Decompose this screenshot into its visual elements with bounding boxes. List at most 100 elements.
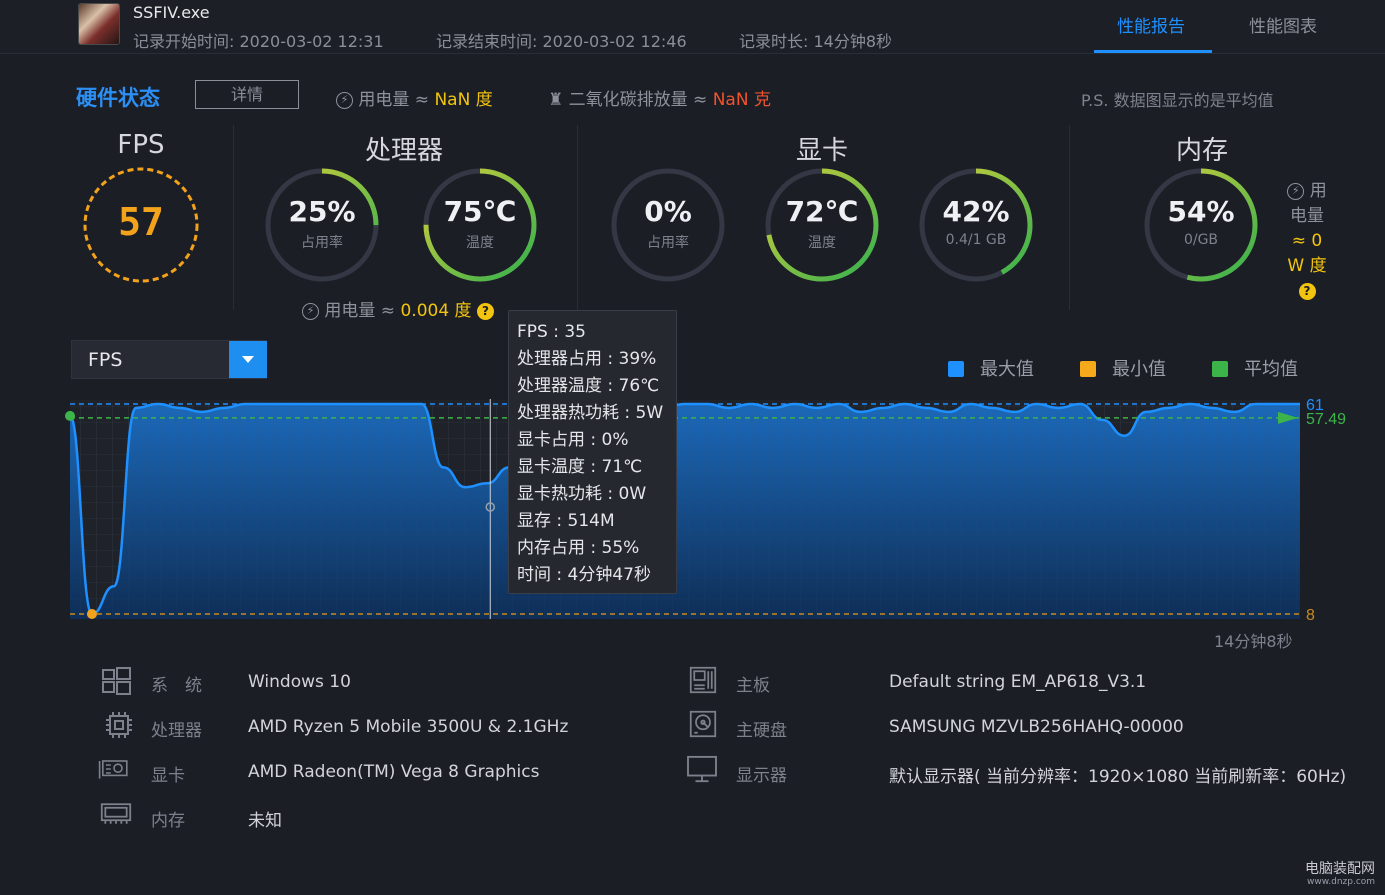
gpu-temp-value: 72℃ (785, 195, 859, 228)
fps-value: 57 (118, 200, 164, 244)
windows-icon (102, 667, 131, 695)
cpu-temp-label: 温度 (466, 235, 494, 251)
tooltip-memory-usage: 内存占用 : 55% (517, 538, 640, 558)
monitor-value: 默认显示器( 当前分辨率：1920×1080 当前刷新率：60Hz) (889, 767, 1347, 787)
cpu-power-usage: ⚡ 用电量 ≈ 0.004 度 ? (302, 296, 494, 321)
chart-grid-overlay (70, 404, 1300, 619)
metric-select-value: FPS (88, 349, 123, 371)
app-icon (78, 3, 120, 45)
active-tab-indicator (1094, 50, 1212, 53)
legend-swatch-min (1080, 361, 1096, 377)
hardware-status-title: 硬件状态 (76, 86, 160, 110)
divider (233, 125, 234, 310)
gpu-vram-value: 42% (942, 195, 1010, 228)
gpu-temp-label: 温度 (808, 235, 836, 251)
cpu-temp-value: 75℃ (443, 195, 517, 228)
metric-select[interactable]: FPS (71, 340, 267, 379)
cpu-temp-gauge: 75℃ 温度 (421, 166, 539, 284)
min-label: 8 (1306, 607, 1315, 624)
memory-power-usage: ⚡ 用 电量 ≈ 0 W 度 ? (1287, 181, 1327, 300)
tab-performance-report[interactable]: 性能报告 (1117, 12, 1185, 37)
fps-title: FPS (117, 130, 165, 160)
motherboard-value: Default string EM_AP618_V3.1 (889, 672, 1147, 692)
gpu-temp-gauge: 72℃ 温度 (763, 166, 881, 284)
tooltip-gpu-usage: 显卡占用 : 0% (517, 430, 629, 450)
cpu-icon (106, 712, 132, 738)
power-icon: ⚡ (336, 91, 353, 109)
legend-max[interactable]: 最大值 (948, 355, 1034, 381)
monitor-icon (687, 755, 717, 783)
tab-performance-chart[interactable]: 性能图表 (1249, 12, 1317, 37)
gpu-usage-gauge: 0% 占用率 (609, 166, 727, 284)
memory-label: 内存 (151, 811, 185, 831)
co2-emission: ♜ 二氧化碳排放量 ≈ NaN 克 (548, 90, 771, 110)
legend-swatch-max (948, 361, 964, 377)
monitor-label: 显示器 (736, 766, 787, 786)
chart-tooltip: FPS : 35 处理器占用 : 39% 处理器温度 : 76℃ 处理器热功耗 … (508, 310, 677, 594)
record-end-time: 记录结束时间: 2020-03-02 12:46 (436, 32, 687, 51)
gpu-usage-label: 占用率 (647, 235, 689, 251)
cpu-power-value: 0.004 度 (400, 301, 472, 321)
gpu-vram-label: 0.4/1 GB (945, 232, 1007, 248)
memory-usage-value: 54% (1167, 195, 1235, 228)
watermark-url: www.dnzp.com (1307, 877, 1376, 887)
record-start-time: 记录开始时间: 2020-03-02 12:31 (133, 32, 384, 51)
cpu-label: 处理器 (151, 721, 202, 741)
memory-value: 未知 (248, 811, 282, 831)
power-usage: ⚡ 用电量 ≈ NaN 度 (336, 85, 493, 110)
average-note: P.S. 数据图显示的是平均值 (1081, 91, 1274, 110)
tooltip-vram: 显存 : 514M (517, 511, 615, 531)
gpu-icon (98, 760, 128, 779)
fps-area-chart[interactable]: 6157.498 (0, 390, 1385, 625)
co2-value: NaN 克 (712, 90, 771, 110)
memory-usage-label: 0/GB (1183, 232, 1219, 248)
os-label: 系 统 (151, 676, 202, 696)
legend-avg[interactable]: 平均值 (1212, 355, 1298, 381)
memory-title: 内存 (1175, 136, 1228, 166)
power-icon: ⚡ (302, 302, 319, 320)
min-point (86, 609, 97, 619)
divider (577, 125, 578, 310)
harddisk-label: 主硬盘 (736, 721, 787, 741)
tooltip-cpu-usage: 处理器占用 : 39% (517, 349, 657, 369)
cpu-usage-gauge: 25% 占用率 (263, 166, 381, 284)
tooltip-fps: FPS : 35 (517, 322, 586, 342)
tooltip-time: 时间 : 4分钟47秒 (517, 565, 651, 585)
tooltip-cpu-power: 处理器热功耗 : 5W (517, 403, 664, 423)
avg-label: 57.49 (1306, 411, 1346, 428)
details-button[interactable]: 详情 (195, 80, 299, 109)
record-duration: 记录时长: 14分钟8秒 (739, 32, 893, 51)
help-icon[interactable]: ? (476, 302, 494, 320)
dropdown-arrow-icon[interactable] (229, 341, 267, 378)
divider (1069, 125, 1070, 310)
motherboard-icon (689, 666, 717, 694)
fps-gauge: 57 (82, 166, 200, 284)
legend-min[interactable]: 最小值 (1080, 355, 1166, 381)
cpu-usage-value: 25% (288, 195, 356, 228)
tooltip-cpu-temp: 处理器温度 : 76℃ (517, 376, 660, 396)
power-value: NaN 度 (434, 90, 493, 110)
os-value: Windows 10 (248, 672, 351, 692)
memory-icon (100, 803, 132, 824)
tooltip-gpu-temp: 显卡温度 : 71℃ (517, 457, 643, 477)
chart-end-time: 14分钟8秒 (1214, 632, 1293, 651)
gpu-usage-value: 0% (644, 195, 692, 228)
harddisk-value: SAMSUNG MZVLB256HAHQ-00000 (889, 717, 1184, 737)
gpu-label: 显卡 (151, 766, 185, 786)
help-icon[interactable]: ? (1298, 282, 1316, 300)
gpu-value: AMD Radeon(TM) Vega 8 Graphics (248, 762, 540, 782)
cpu-title: 处理器 (364, 136, 443, 166)
motherboard-label: 主板 (736, 676, 770, 696)
legend-swatch-avg (1212, 361, 1228, 377)
power-icon: ⚡ (1287, 182, 1305, 200)
watermark-title: 电脑装配网 (1305, 861, 1375, 877)
harddisk-icon (689, 710, 717, 738)
factory-icon: ♜ (548, 90, 564, 110)
cpu-value: AMD Ryzen 5 Mobile 3500U & 2.1GHz (248, 717, 569, 737)
start-point (65, 410, 75, 421)
gpu-vram-gauge: 42% 0.4/1 GB (917, 166, 1035, 284)
memory-usage-gauge: 54% 0/GB (1142, 166, 1260, 284)
app-name: SSFIV.exe (133, 3, 210, 22)
gpu-title: 显卡 (795, 136, 848, 166)
cpu-usage-label: 占用率 (301, 235, 343, 251)
